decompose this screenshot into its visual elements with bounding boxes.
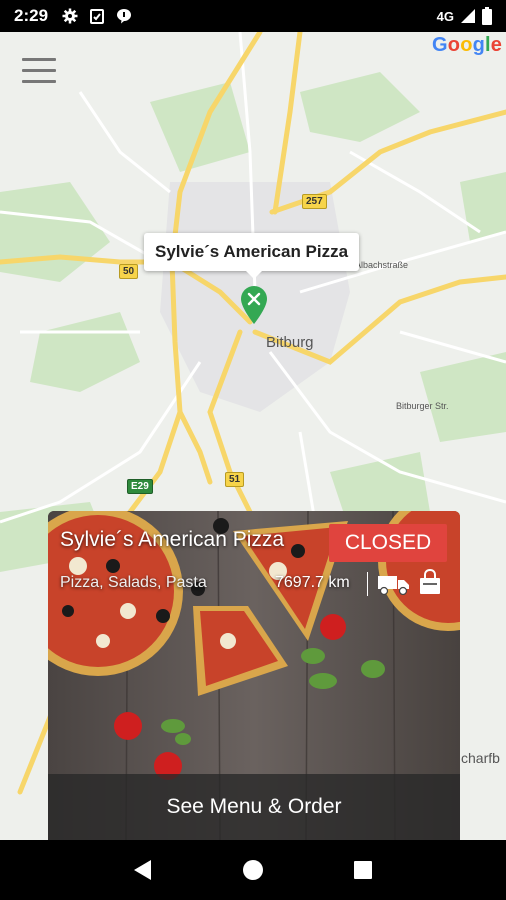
status-right: 4G — [437, 7, 492, 25]
home-icon — [243, 860, 263, 880]
recents-button[interactable] — [350, 857, 376, 883]
restaurant-cuisines: Pizza, Salads, Pasta — [60, 574, 207, 591]
chat-icon — [117, 9, 132, 24]
divider — [367, 572, 368, 596]
hamburger-icon-line — [22, 80, 56, 83]
restaurant-name: Sylvie´s American Pizza — [60, 528, 285, 551]
restaurant-card[interactable]: Sylvie´s American Pizza CLOSED Pizza, Sa… — [48, 511, 460, 840]
see-menu-order-button[interactable]: See Menu & Order — [48, 774, 460, 840]
system-nav-bar — [0, 840, 506, 900]
place-label: Bitburg — [266, 334, 314, 351]
signal-icon — [461, 9, 475, 23]
shopping-bag-icon — [420, 569, 440, 594]
home-button[interactable] — [240, 857, 266, 883]
street-label: Albachstraße — [355, 260, 409, 270]
road-shield-50: 50 — [119, 264, 139, 279]
road-shield-e29: E29 — [127, 479, 153, 494]
status-time: 2:29 — [14, 6, 49, 25]
back-icon — [134, 860, 151, 880]
hamburger-icon-line — [22, 69, 56, 72]
status-badge: CLOSED — [329, 524, 447, 562]
hamburger-icon — [22, 58, 56, 61]
status-bar: 2:29 4G — [0, 0, 506, 32]
road-shield-51: 51 — [225, 472, 245, 487]
back-button[interactable] — [130, 857, 156, 883]
network-type: 4G — [436, 8, 454, 24]
clipboard-icon — [90, 9, 105, 24]
google-logo: Google — [432, 34, 503, 56]
map-pin-callout[interactable]: Sylvie´s American Pizza — [144, 233, 360, 279]
street-label: Bitburger Str. — [396, 401, 449, 411]
street-label: charfb — [461, 750, 500, 766]
menu-button[interactable] — [22, 58, 56, 84]
settings-icon — [62, 8, 78, 24]
notification-icons — [62, 8, 132, 24]
restaurant-distance: 7697.7 km — [275, 574, 350, 591]
recents-icon — [354, 861, 372, 879]
battery-icon — [482, 7, 492, 25]
delivery-truck-icon — [378, 576, 409, 595]
road-shield-257: 257 — [302, 194, 327, 209]
